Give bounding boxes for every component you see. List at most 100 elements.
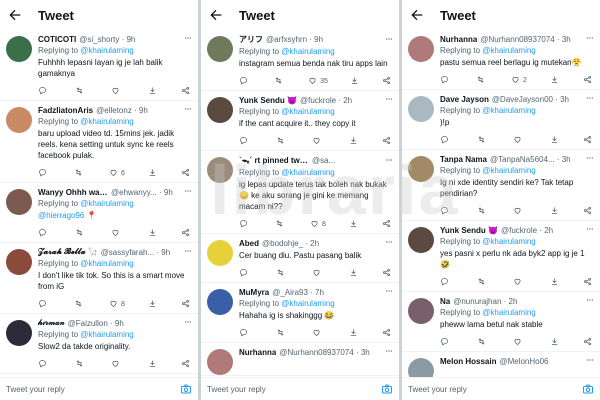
- display-name[interactable]: Tanpa Nama: [440, 155, 487, 164]
- retweet-button[interactable]: [274, 76, 286, 87]
- download-button[interactable]: [148, 359, 157, 370]
- like-button[interactable]: [312, 268, 324, 279]
- compose-reply-bar[interactable]: Tweet your reply: [0, 377, 198, 400]
- retweet-button[interactable]: [276, 328, 288, 339]
- like-button[interactable]: [312, 136, 324, 147]
- more-options-icon[interactable]: [184, 318, 192, 328]
- more-options-icon[interactable]: [385, 287, 393, 297]
- share-button[interactable]: [181, 299, 190, 310]
- reply-button[interactable]: [440, 75, 452, 86]
- display-name[interactable]: アリフ: [239, 34, 263, 45]
- download-button[interactable]: [148, 228, 157, 239]
- tweet-item[interactable]: MuMyra @_Aira93 · 7h Replying to @khairula…: [201, 283, 399, 343]
- mention-link[interactable]: @khairulaming: [482, 308, 535, 317]
- more-options-icon[interactable]: [586, 94, 594, 104]
- avatar[interactable]: [408, 298, 434, 324]
- share-button[interactable]: [583, 135, 592, 146]
- reply-button[interactable]: [440, 206, 452, 217]
- share-button[interactable]: [181, 168, 190, 179]
- share-button[interactable]: [382, 76, 391, 87]
- camera-icon[interactable]: [582, 383, 594, 395]
- download-button[interactable]: [148, 299, 157, 310]
- avatar[interactable]: [207, 97, 233, 123]
- reply-button[interactable]: [38, 359, 50, 370]
- display-name[interactable]: `ᯓ´ rt pinned twt pls 😊: [239, 155, 309, 166]
- back-arrow-icon[interactable]: [6, 6, 24, 24]
- share-button[interactable]: [181, 228, 190, 239]
- download-button[interactable]: [550, 75, 559, 86]
- like-button[interactable]: [513, 277, 525, 288]
- camera-icon[interactable]: [381, 383, 393, 395]
- like-button[interactable]: 8: [109, 299, 125, 310]
- avatar[interactable]: [6, 249, 32, 275]
- tweet-item[interactable]: Melon Hossain @MelonHo06: [402, 352, 600, 378]
- download-button[interactable]: [550, 277, 559, 288]
- download-button[interactable]: [349, 328, 358, 339]
- more-options-icon[interactable]: [385, 95, 393, 105]
- tweet-item[interactable]: `ᯓ´ rt pinned twt pls 😊@sa... Replying to…: [201, 151, 399, 234]
- reply-button[interactable]: [38, 86, 50, 97]
- tweet-item[interactable]: Nurhanna @Nurhann08937074 · 3h Replying to…: [402, 30, 600, 90]
- download-button[interactable]: [349, 268, 358, 279]
- mention-link[interactable]: @khairulaming: [482, 106, 535, 115]
- retweet-button[interactable]: [476, 75, 488, 86]
- reply-button[interactable]: [440, 277, 452, 288]
- tweet-item[interactable]: Yunk Sendu 😈 @fuckrole · 2h Replying to @k…: [201, 91, 399, 151]
- retweet-button[interactable]: [74, 299, 86, 310]
- more-options-icon[interactable]: [385, 347, 393, 357]
- mention-link[interactable]: @khairulaming: [80, 330, 133, 339]
- tweet-item[interactable]: Nurhanna @Nurhann08937074 · 3h: [201, 343, 399, 376]
- mention-link[interactable]: @khairulaming: [482, 166, 535, 175]
- display-name[interactable]: Melon Hossain: [440, 357, 496, 366]
- reply-button[interactable]: [239, 328, 251, 339]
- download-button[interactable]: [550, 206, 559, 217]
- retweet-button[interactable]: [275, 219, 287, 230]
- reply-button[interactable]: [239, 136, 251, 147]
- more-options-icon[interactable]: [184, 187, 192, 197]
- more-options-icon[interactable]: [385, 156, 393, 166]
- share-button[interactable]: [181, 86, 190, 97]
- like-button[interactable]: [111, 359, 123, 370]
- share-button[interactable]: [583, 75, 592, 86]
- mention-link[interactable]: @khairulaming: [281, 47, 334, 56]
- like-button[interactable]: [111, 228, 123, 239]
- retweet-button[interactable]: [276, 268, 288, 279]
- retweet-button[interactable]: [75, 228, 87, 239]
- display-name[interactable]: Yunk Sendu 😈: [239, 96, 297, 105]
- more-options-icon[interactable]: [586, 296, 594, 306]
- compose-reply-bar[interactable]: Tweet your reply: [402, 377, 600, 400]
- retweet-button[interactable]: [477, 337, 489, 348]
- retweet-button[interactable]: [477, 135, 489, 146]
- like-button[interactable]: 35: [308, 76, 328, 87]
- avatar[interactable]: [408, 96, 434, 122]
- back-arrow-icon[interactable]: [408, 6, 426, 24]
- reply-button[interactable]: [440, 135, 452, 146]
- back-arrow-icon[interactable]: [207, 6, 225, 24]
- share-button[interactable]: [382, 328, 391, 339]
- like-button[interactable]: [513, 135, 525, 146]
- mention-link[interactable]: @khairulaming: [482, 237, 535, 246]
- compose-reply-bar[interactable]: Tweet your reply: [201, 377, 399, 400]
- more-options-icon[interactable]: [586, 34, 594, 44]
- avatar[interactable]: [6, 36, 32, 62]
- avatar[interactable]: [6, 189, 32, 215]
- retweet-button[interactable]: [75, 86, 87, 97]
- avatar[interactable]: [408, 36, 434, 62]
- more-options-icon[interactable]: [586, 356, 594, 366]
- share-button[interactable]: [382, 219, 391, 230]
- display-name[interactable]: Nurhanna: [440, 35, 477, 44]
- download-button[interactable]: [148, 168, 157, 179]
- avatar[interactable]: [6, 320, 32, 346]
- like-button[interactable]: 6: [109, 168, 125, 179]
- share-button[interactable]: [382, 268, 391, 279]
- mention-link[interactable]: @khairulaming: [80, 259, 133, 268]
- like-button[interactable]: 8: [310, 219, 326, 230]
- download-button[interactable]: [349, 136, 358, 147]
- tweet-item[interactable]: アリフ @arfxsyhrn · 9h Replying to @khairulam…: [201, 30, 399, 91]
- display-name[interactable]: 𝓩𝓪𝓻𝓪𝓱 𝓑𝓮𝓵𝓵𝓪 🦙: [38, 247, 98, 257]
- reply-button[interactable]: [239, 268, 251, 279]
- avatar[interactable]: [408, 156, 434, 182]
- reply-button[interactable]: [440, 337, 452, 348]
- display-name[interactable]: Wanyy Ohhh wany: [38, 188, 108, 197]
- like-button[interactable]: [513, 337, 525, 348]
